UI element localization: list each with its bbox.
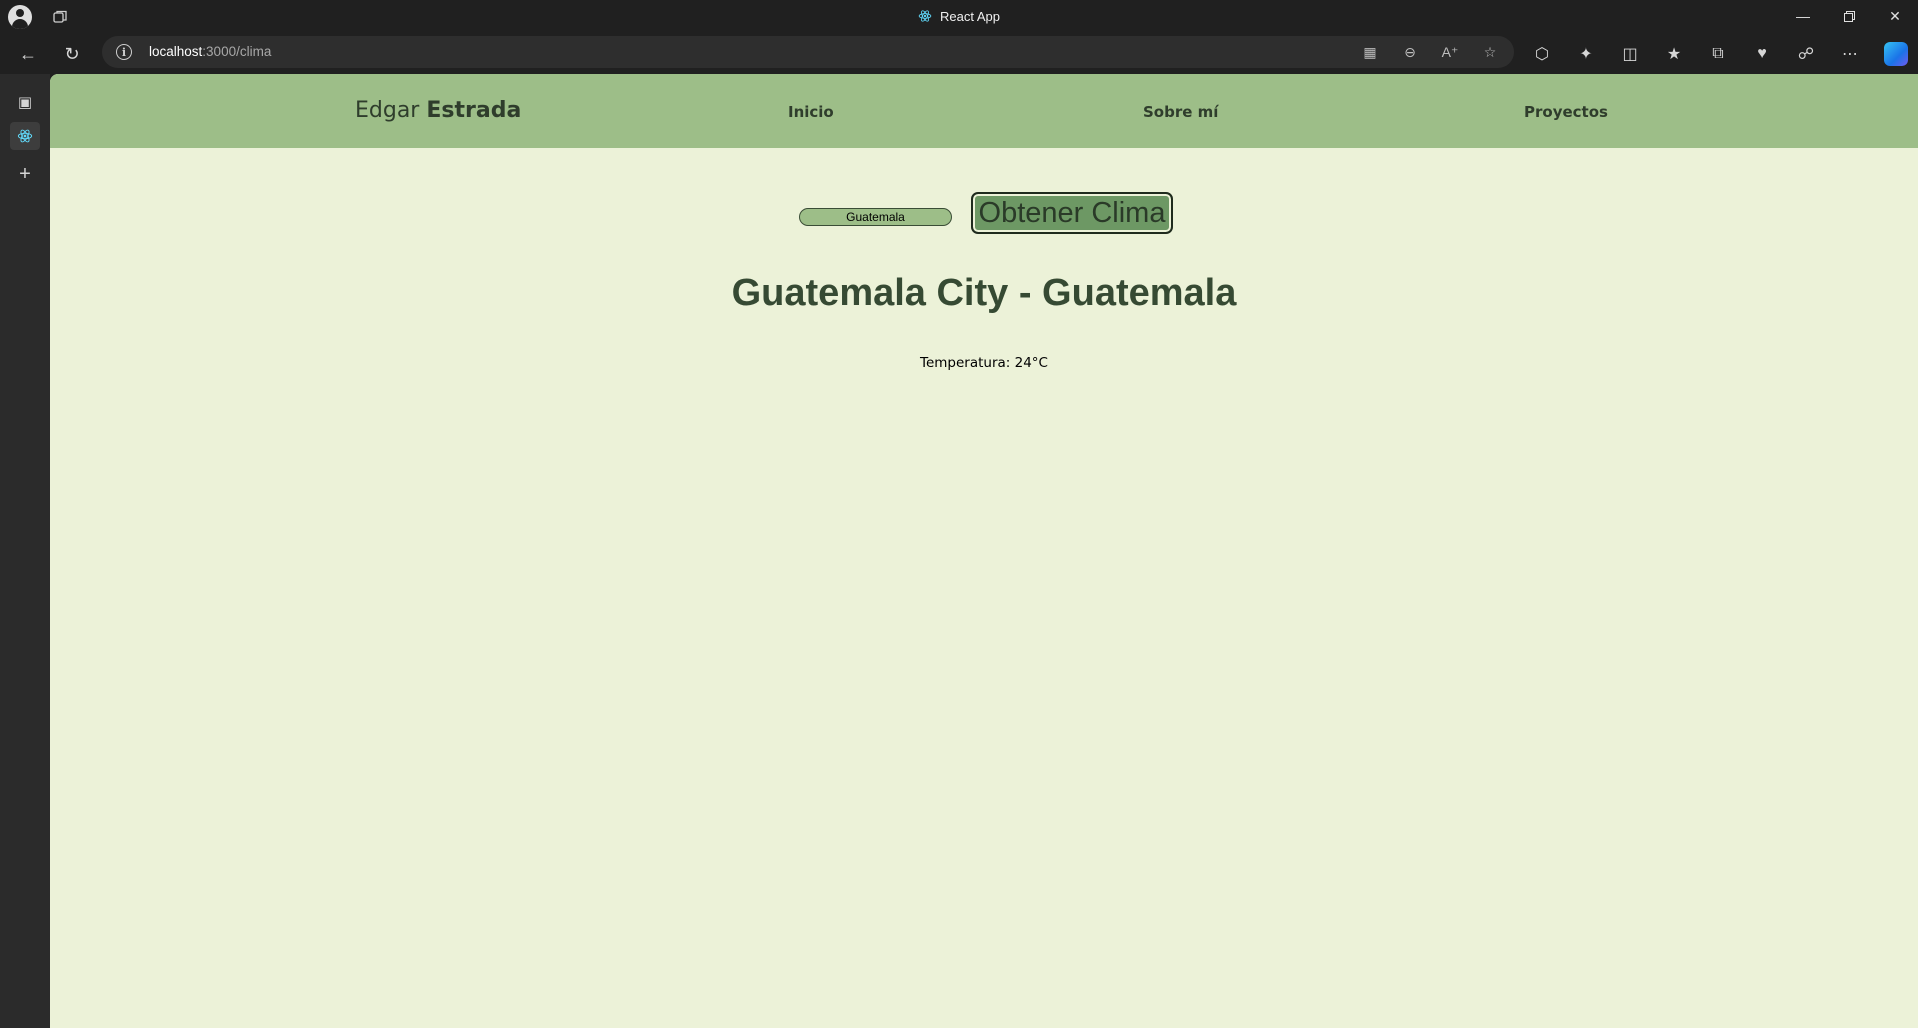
zoom-out-icon[interactable]: ⊖	[1400, 42, 1420, 62]
more-options-icon[interactable]: ⋯	[1836, 40, 1864, 68]
share-icon[interactable]: ☍	[1792, 40, 1820, 68]
url-text[interactable]: localhost:3000/clima	[149, 44, 271, 59]
nav-inicio[interactable]: Inicio	[788, 103, 834, 121]
url-path: :3000/clima	[202, 44, 272, 59]
browser-essentials-icon[interactable]: ♥	[1748, 40, 1776, 68]
temperature-text: Temperatura: 24°C	[920, 355, 1048, 371]
close-icon[interactable]: ✕	[1872, 0, 1918, 32]
site-brand[interactable]: Edgar Estrada	[355, 98, 521, 123]
site-info-icon[interactable]: i	[116, 44, 132, 60]
url-host: localhost	[149, 44, 203, 59]
weather-search-row: Obtener Clima	[50, 192, 1918, 236]
vertical-tabs-strip: ▣ +	[0, 74, 50, 1028]
browser-toolbar: ← ↻ i localhost:3000/clima ▦ ⊖ A⁺ ☆ ⬡ ✦ …	[0, 32, 1918, 74]
app-available-icon[interactable]: ▦	[1360, 42, 1380, 62]
split-screen-icon[interactable]: ◫	[1616, 40, 1644, 68]
tab-actions-icon[interactable]: ▣	[10, 88, 40, 116]
extension-shield-icon[interactable]: ⬡	[1528, 40, 1556, 68]
workspaces-icon[interactable]	[50, 7, 70, 27]
brand-first-name: Edgar	[355, 98, 420, 123]
react-tab-icon	[17, 129, 33, 143]
page-viewport: Edgar Estrada Inicio Sobre mí Proyectos …	[50, 74, 1918, 1028]
collections-icon[interactable]: ⧉	[1704, 40, 1732, 68]
react-tab-icon	[918, 10, 932, 22]
get-weather-button[interactable]: Obtener Clima	[971, 192, 1173, 234]
city-title: Guatemala City - Guatemala	[731, 272, 1237, 314]
window-titlebar: React App — ✕	[0, 0, 1918, 32]
profile-avatar[interactable]	[8, 5, 32, 29]
address-bar[interactable]: i localhost:3000/clima ▦ ⊖ A⁺ ☆	[102, 36, 1514, 68]
new-tab-plus-icon[interactable]: +	[10, 160, 40, 188]
minimize-icon[interactable]: —	[1780, 0, 1826, 32]
brand-last-name: Estrada	[426, 98, 522, 123]
back-icon[interactable]: ←	[14, 40, 42, 68]
extensions-icon[interactable]: ✦	[1572, 40, 1600, 68]
favorites-icon[interactable]: ★	[1660, 40, 1688, 68]
copilot-icon[interactable]	[1884, 42, 1908, 66]
restore-icon[interactable]	[1826, 0, 1872, 32]
favorite-star-icon[interactable]: ☆	[1480, 42, 1500, 62]
city-input[interactable]	[799, 208, 952, 226]
read-aloud-icon[interactable]: A⁺	[1440, 42, 1460, 62]
site-header: Edgar Estrada Inicio Sobre mí Proyectos	[50, 74, 1918, 148]
nav-sobre-mi[interactable]: Sobre mí	[1143, 103, 1218, 121]
window-title: React App	[940, 8, 1000, 24]
refresh-icon[interactable]: ↻	[58, 40, 86, 68]
nav-proyectos[interactable]: Proyectos	[1524, 103, 1608, 121]
tab-react-app[interactable]	[10, 122, 40, 150]
